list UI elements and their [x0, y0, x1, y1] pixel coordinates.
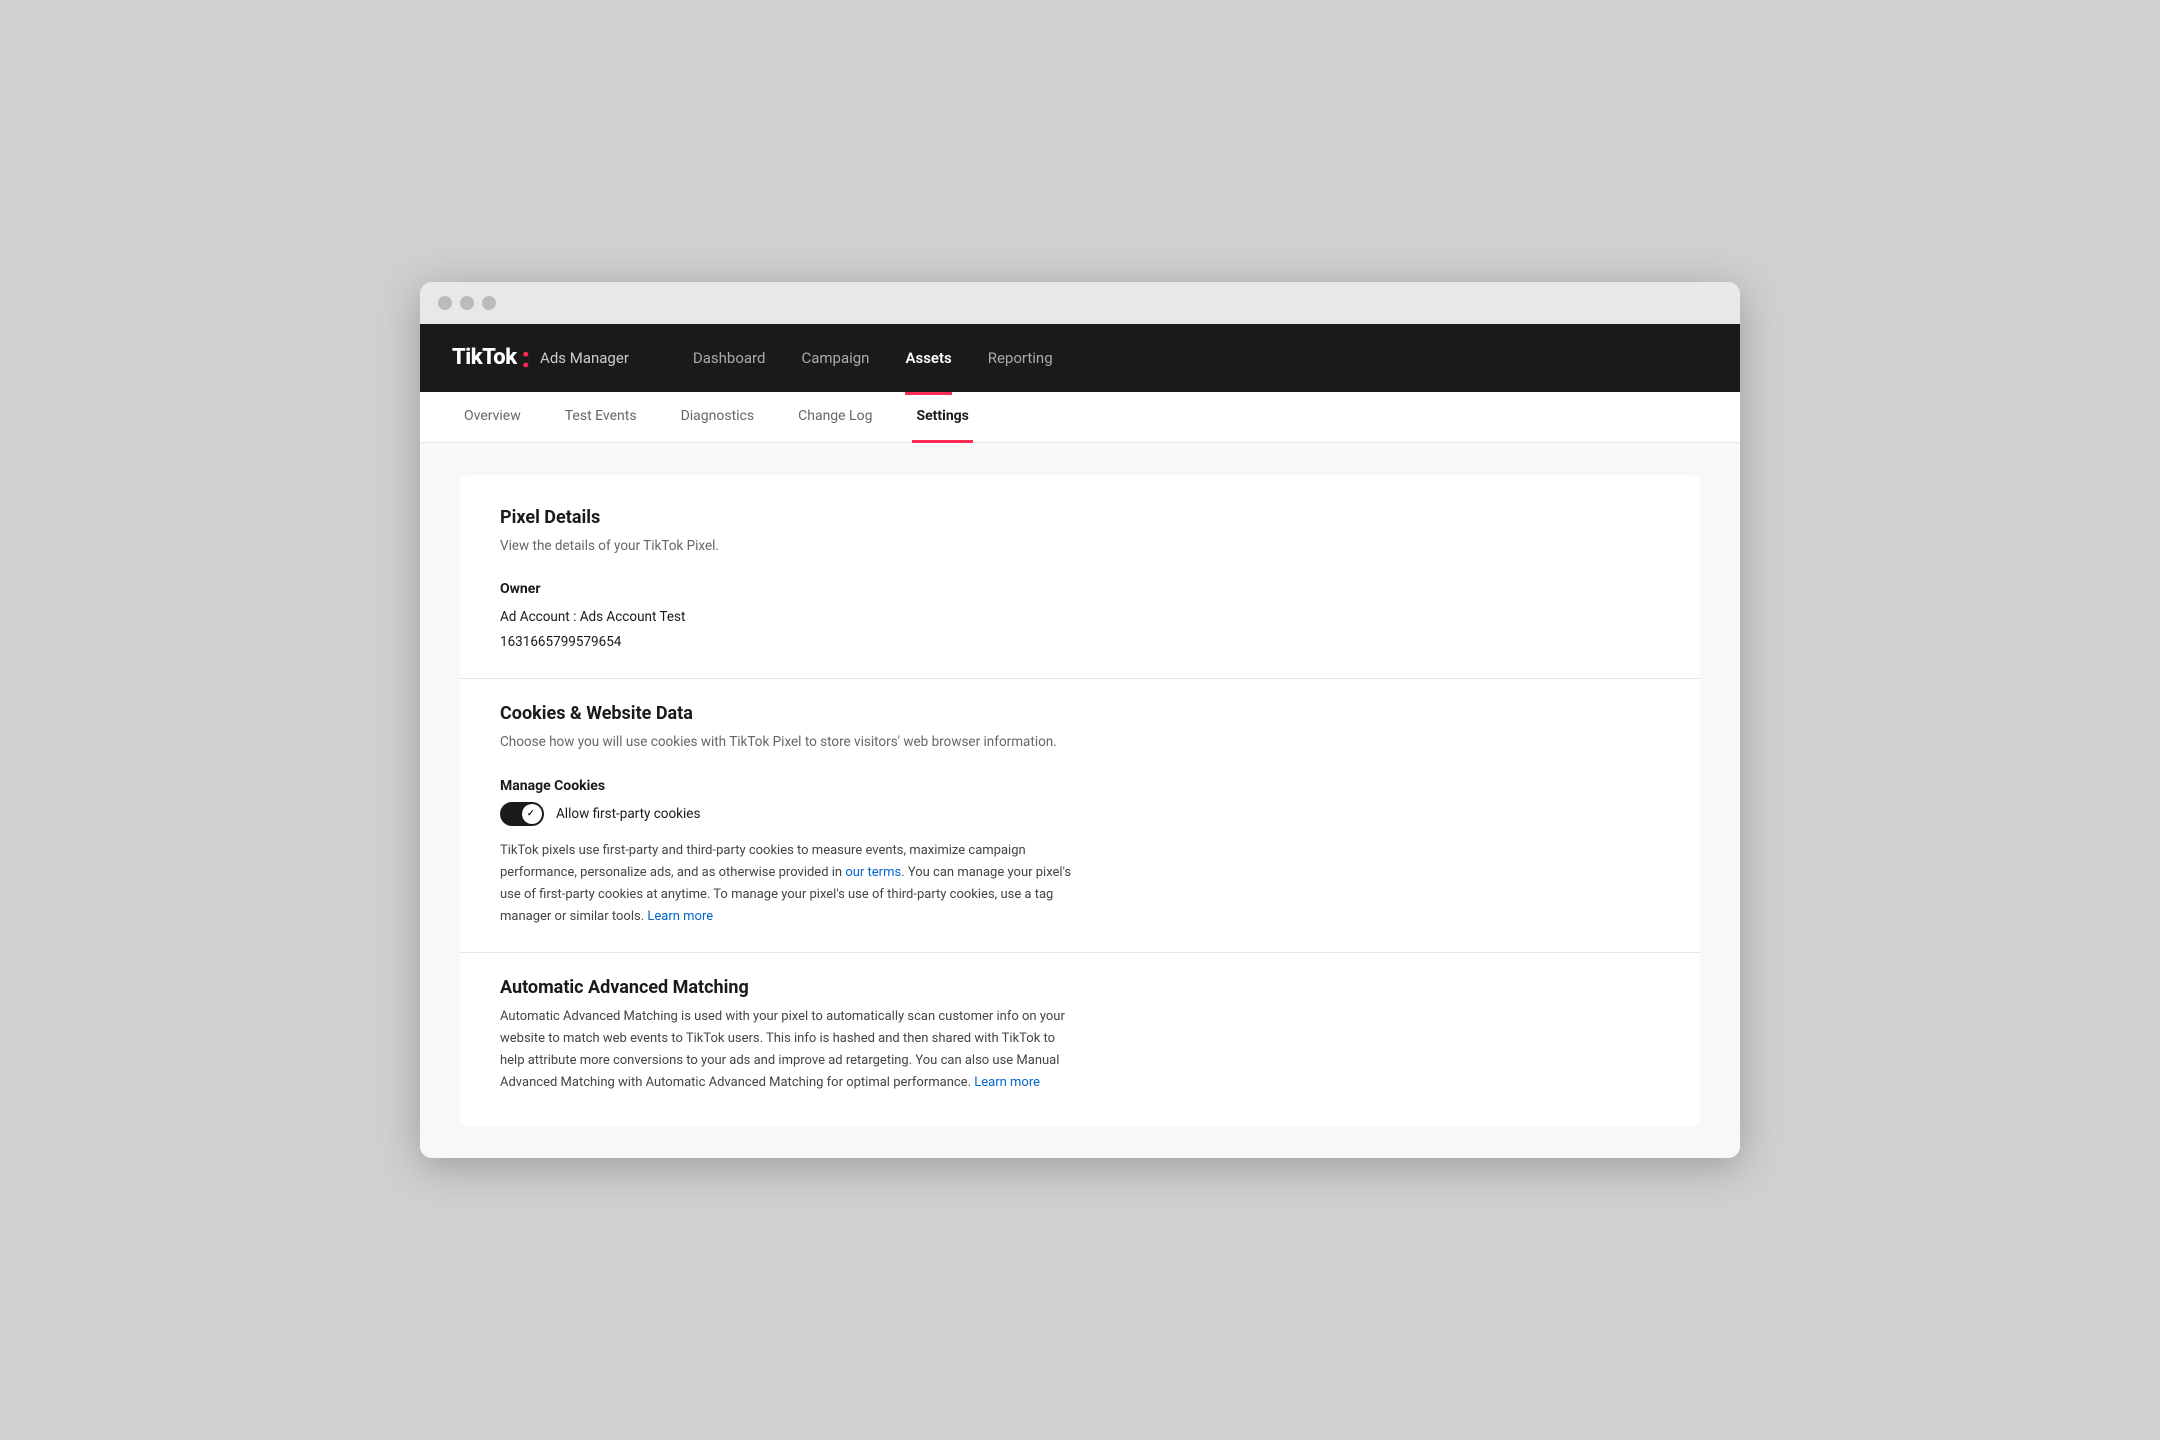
- sub-nav: Overview Test Events Diagnostics Change …: [420, 392, 1740, 443]
- check-icon: ✓: [527, 809, 537, 819]
- auto-matching-desc: Automatic Advanced Matching is used with…: [500, 1006, 1080, 1094]
- our-terms-link[interactable]: our terms: [845, 865, 901, 880]
- cookies-desc: Choose how you will use cookies with Tik…: [500, 732, 1660, 754]
- owner-value: Ad Account : Ads Account Test 1631665799…: [500, 605, 1660, 654]
- divider-2: [460, 952, 1700, 953]
- auto-matching-title: Automatic Advanced Matching: [500, 977, 1660, 998]
- automatic-matching-section: Automatic Advanced Matching Automatic Ad…: [500, 977, 1660, 1094]
- learn-more-cookies-link[interactable]: Learn more: [647, 909, 713, 924]
- toggle-knob: ✓: [522, 804, 542, 824]
- tab-change-log[interactable]: Change Log: [794, 392, 876, 443]
- cookie-description: TikTok pixels use first-party and third-…: [500, 840, 1080, 928]
- pixel-details: Pixel Details View the details of your T…: [500, 507, 1660, 654]
- logo-dot: :: [522, 344, 530, 372]
- logo-tiktok: TikTok: [452, 345, 517, 370]
- nav-item-reporting[interactable]: Reporting: [988, 345, 1053, 371]
- tab-settings[interactable]: Settings: [912, 392, 972, 443]
- browser-dot-red: [438, 296, 452, 310]
- manage-cookies-label: Manage Cookies: [500, 778, 1660, 794]
- tab-diagnostics[interactable]: Diagnostics: [677, 392, 759, 443]
- owner-label: Owner: [500, 581, 1660, 597]
- settings-section: Pixel Details View the details of your T…: [460, 475, 1700, 1127]
- nav-item-assets[interactable]: Assets: [905, 345, 951, 371]
- top-nav: TikTok: Ads Manager Dashboard Campaign A…: [420, 324, 1740, 392]
- nav-item-campaign[interactable]: Campaign: [801, 345, 869, 371]
- cookies-title: Cookies & Website Data: [500, 703, 1660, 724]
- nav-item-dashboard[interactable]: Dashboard: [693, 345, 766, 371]
- browser-chrome: [420, 282, 1740, 324]
- tab-overview[interactable]: Overview: [460, 392, 525, 443]
- logo: TikTok: Ads Manager: [452, 344, 629, 372]
- nav-items: Dashboard Campaign Assets Reporting: [693, 345, 1053, 371]
- pixel-details-desc: View the details of your TikTok Pixel.: [500, 536, 1660, 558]
- main-content: Pixel Details View the details of your T…: [420, 443, 1740, 1159]
- cookies-section: Cookies & Website Data Choose how you wi…: [500, 703, 1660, 928]
- pixel-details-title: Pixel Details: [500, 507, 1660, 528]
- browser-window: TikTok: Ads Manager Dashboard Campaign A…: [420, 282, 1740, 1159]
- browser-dot-green: [482, 296, 496, 310]
- browser-dot-yellow: [460, 296, 474, 310]
- toggle-label: Allow first-party cookies: [556, 806, 700, 822]
- learn-more-matching-link[interactable]: Learn more: [974, 1075, 1040, 1090]
- tab-test-events[interactable]: Test Events: [561, 392, 641, 443]
- logo-subtitle: Ads Manager: [540, 349, 629, 367]
- toggle-row: ✓ Allow first-party cookies: [500, 802, 1660, 826]
- first-party-cookies-toggle[interactable]: ✓: [500, 802, 544, 826]
- divider-1: [460, 678, 1700, 679]
